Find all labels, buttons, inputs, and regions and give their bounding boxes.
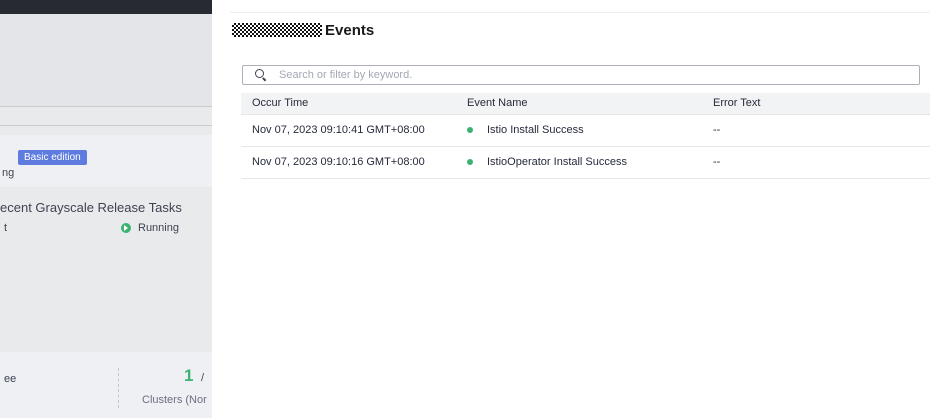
background-status-text: ng (2, 167, 15, 179)
table-row[interactable]: Nov 07, 2023 09:10:16 GMT+08:00 IstioOpe… (241, 146, 930, 179)
background-divider (0, 125, 212, 126)
task-status-running: Running (138, 222, 179, 234)
grayscale-tasks-title: ecent Grayscale Release Tasks (0, 200, 182, 215)
cluster-count: 1 (184, 366, 194, 385)
events-table: Occur Time Event Name Error Text Nov 07,… (241, 93, 930, 179)
search-box[interactable] (242, 65, 920, 85)
background-stat-text: ee (4, 373, 17, 385)
edition-badge: Basic edition (18, 150, 87, 165)
background-page: Basic edition ng ecent Grayscale Release… (0, 0, 212, 418)
status-dot-icon (467, 158, 473, 165)
cluster-count-slash: / (201, 372, 205, 384)
event-name-cell: Istio Install Success (456, 114, 702, 147)
search-input[interactable] (279, 69, 879, 81)
background-stat-separator (118, 368, 119, 408)
background-header-band (0, 14, 212, 106)
column-header-event-name[interactable]: Event Name (456, 93, 702, 115)
event-name-text: Istio Install Success (487, 124, 584, 136)
occur-time-cell: Nov 07, 2023 09:10:16 GMT+08:00 (241, 146, 456, 179)
drawer-top-divider (230, 12, 930, 13)
column-header-error-text[interactable]: Error Text (702, 93, 930, 115)
background-stats-card (0, 352, 212, 418)
play-circle-icon (121, 223, 131, 233)
column-header-occur-time[interactable]: Occur Time (241, 93, 456, 115)
table-row[interactable]: Nov 07, 2023 09:10:41 GMT+08:00 Istio In… (241, 114, 930, 147)
background-task-text: t (4, 222, 8, 234)
drawer-header: Events (232, 20, 374, 40)
background-topbar (0, 0, 212, 14)
events-drawer: Events Occur Time Event Name Error Text … (212, 0, 930, 418)
status-dot-icon (467, 126, 473, 133)
background-divider (0, 106, 212, 107)
event-name-text: IstioOperator Install Success (487, 156, 628, 168)
redacted-name (232, 23, 322, 37)
error-text-cell: -- (702, 146, 930, 179)
table-header-row: Occur Time Event Name Error Text (241, 93, 930, 115)
error-text-cell: -- (702, 114, 930, 147)
drawer-title: Events (325, 21, 375, 39)
cluster-count-label: Clusters (Nor (142, 394, 207, 406)
search-icon (255, 69, 267, 81)
event-name-cell: IstioOperator Install Success (456, 146, 702, 179)
occur-time-cell: Nov 07, 2023 09:10:41 GMT+08:00 (241, 114, 456, 147)
